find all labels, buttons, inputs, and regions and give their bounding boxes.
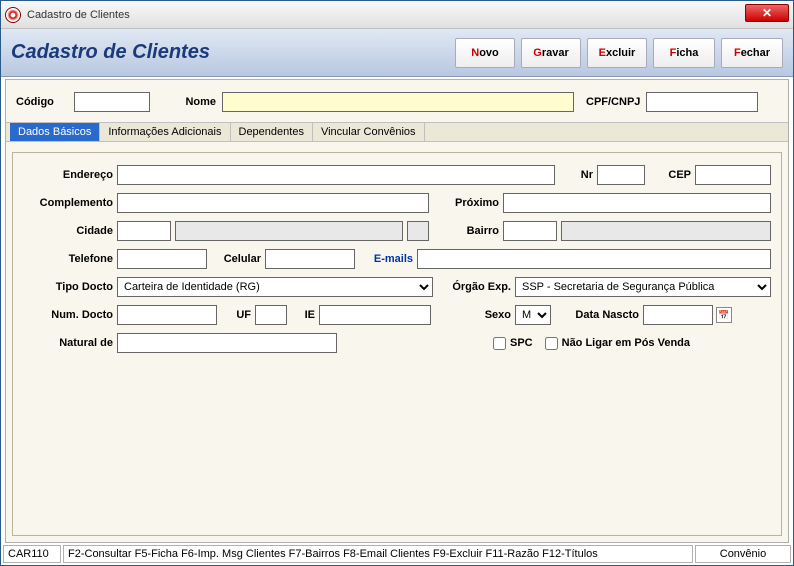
codigo-input[interactable] [74,92,150,112]
cidade-label: Cidade [23,225,113,237]
spc-checkbox[interactable] [493,337,506,350]
ficha-button[interactable]: Ficha [653,38,715,68]
form-panel: Endereço Nr CEP Complemento Próximo Cida… [12,152,782,536]
ie-label: IE [291,309,315,321]
excluir-button[interactable]: Excluir [587,38,647,68]
endereco-label: Endereço [23,169,113,181]
nr-input[interactable] [597,165,645,185]
tab-dependentes[interactable]: Dependentes [231,123,313,141]
cep-label: CEP [655,169,691,181]
bairro-label: Bairro [433,225,499,237]
tab-vincular-convenios[interactable]: Vincular Convênios [313,123,425,141]
naturalde-label: Natural de [23,337,113,349]
gravar-button[interactable]: Gravar [521,38,581,68]
spc-checkbox-wrap[interactable]: SPC [493,337,533,350]
ie-input[interactable] [319,305,431,325]
bairro-nome-input[interactable] [561,221,771,241]
page-title: Cadastro de Clientes [11,41,449,64]
header-band: Cadastro de Clientes Novo Gravar Excluir… [1,29,793,77]
datanascto-input[interactable] [643,305,713,325]
emails-input[interactable] [417,249,771,269]
window-close-button[interactable]: ✕ [745,4,789,22]
nome-input[interactable] [222,92,574,112]
tab-strip: Dados Básicos Informações Adicionais Dep… [6,122,788,142]
datanascto-label: Data Nascto [555,309,639,321]
codigo-label: Código [16,96,68,108]
cidade-uf-input[interactable] [407,221,429,241]
cpf-label: CPF/CNPJ [586,96,640,108]
proximo-label: Próximo [433,197,499,209]
sexo-label: Sexo [435,309,511,321]
numdocto-input[interactable] [117,305,217,325]
orgaoexp-select[interactable]: SSP - Secretaria de Segurança Pública [515,277,771,297]
orgaoexp-label: Órgão Exp. [437,281,511,293]
cidade-nome-input[interactable] [175,221,403,241]
calendar-icon[interactable]: 📅 [716,307,732,323]
bairro-cod-input[interactable] [503,221,557,241]
naoligar-label: Não Ligar em Pós Venda [562,337,690,349]
main-window: Cadastro de Clientes ✕ Cadastro de Clien… [0,0,794,566]
naoligar-checkbox-wrap[interactable]: Não Ligar em Pós Venda [545,337,690,350]
status-code: CAR110 [3,545,61,563]
telefone-input[interactable] [117,249,207,269]
telefone-label: Telefone [23,253,113,265]
search-row: Código Nome CPF/CNPJ [6,80,788,122]
sexo-select[interactable]: M [515,305,551,325]
nr-label: Nr [565,169,593,181]
naoligar-checkbox[interactable] [545,337,558,350]
fechar-button[interactable]: Fechar [721,38,783,68]
cep-input[interactable] [695,165,771,185]
app-icon [5,7,21,23]
endereco-input[interactable] [117,165,555,185]
complemento-input[interactable] [117,193,429,213]
complemento-label: Complemento [23,197,113,209]
naturalde-input[interactable] [117,333,337,353]
celular-input[interactable] [265,249,355,269]
spc-label: SPC [510,337,533,349]
numdocto-label: Num. Docto [23,309,113,321]
cpf-input[interactable] [646,92,758,112]
proximo-input[interactable] [503,193,771,213]
statusbar: CAR110 F2-Consultar F5-Ficha F6-Imp. Msg… [3,545,791,563]
tipodocto-label: Tipo Docto [23,281,113,293]
uf-input[interactable] [255,305,287,325]
status-hints: F2-Consultar F5-Ficha F6-Imp. Msg Client… [63,545,693,563]
emails-link[interactable]: E-mails [359,253,413,265]
tab-informacoes-adicionais[interactable]: Informações Adicionais [100,123,230,141]
body-area: Código Nome CPF/CNPJ Dados Básicos Infor… [5,79,789,543]
status-convenio[interactable]: Convênio [695,545,791,563]
tipodocto-select[interactable]: Carteira de Identidade (RG) [117,277,433,297]
nome-label: Nome [168,96,216,108]
tab-dados-basicos[interactable]: Dados Básicos [10,123,100,141]
titlebar: Cadastro de Clientes ✕ [1,1,793,29]
novo-button[interactable]: Novo [455,38,515,68]
celular-label: Celular [211,253,261,265]
uf-label: UF [221,309,251,321]
close-icon: ✕ [762,6,772,20]
window-title: Cadastro de Clientes [27,9,130,21]
cidade-cod-input[interactable] [117,221,171,241]
